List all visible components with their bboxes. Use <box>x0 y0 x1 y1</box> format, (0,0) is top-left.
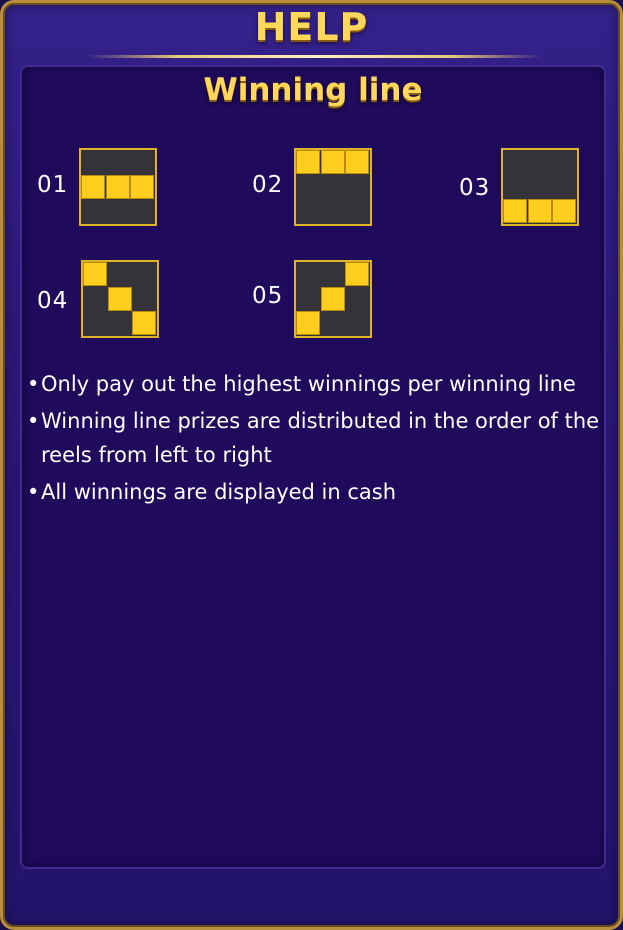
line-pattern-03 <box>501 148 579 226</box>
rule-text: Winning line prizes are distributed in t… <box>41 409 600 467</box>
section-title: Winning line <box>203 72 423 108</box>
highlight-cell <box>81 174 105 199</box>
bullet-icon: • <box>27 409 40 433</box>
line-pattern-02 <box>294 148 372 226</box>
highlight-cell <box>107 286 132 311</box>
highlight-cell <box>320 286 345 311</box>
highlight-cell <box>132 311 157 336</box>
rule-item: • All winnings are displayed in cash <box>27 475 617 509</box>
highlight-cell <box>527 199 552 224</box>
rule-text: All winnings are displayed in cash <box>41 480 397 504</box>
highlight-cell <box>105 174 130 199</box>
dialog-title: HELP <box>254 5 369 49</box>
highlight-cell <box>503 199 527 224</box>
line-number-03: 03 <box>459 175 491 201</box>
help-dialog: HELP Winning line 01 02 03 04 05 • Only … <box>0 0 623 930</box>
line-pattern-01 <box>79 148 157 226</box>
rules-list: • Only pay out the highest winnings per … <box>27 367 617 512</box>
highlight-cell <box>345 150 370 174</box>
highlight-cell <box>320 150 345 174</box>
highlight-cell <box>345 262 370 286</box>
highlight-cell <box>296 311 320 336</box>
rule-item: • Only pay out the highest winnings per … <box>27 367 617 401</box>
line-number-04: 04 <box>37 288 69 314</box>
title-divider <box>87 55 542 58</box>
line-number-01: 01 <box>37 172 69 198</box>
rule-item: • Winning line prizes are distributed in… <box>27 404 617 472</box>
line-number-05: 05 <box>252 283 284 309</box>
line-number-02: 02 <box>252 172 284 198</box>
highlight-cell <box>83 262 107 286</box>
bullet-icon: • <box>27 372 40 396</box>
line-pattern-05 <box>294 260 372 338</box>
highlight-cell <box>130 174 155 199</box>
highlight-cell <box>552 199 577 224</box>
rule-text: Only pay out the highest winnings per wi… <box>41 372 576 396</box>
bullet-icon: • <box>27 480 40 504</box>
highlight-cell <box>296 150 320 174</box>
line-pattern-04 <box>81 260 159 338</box>
